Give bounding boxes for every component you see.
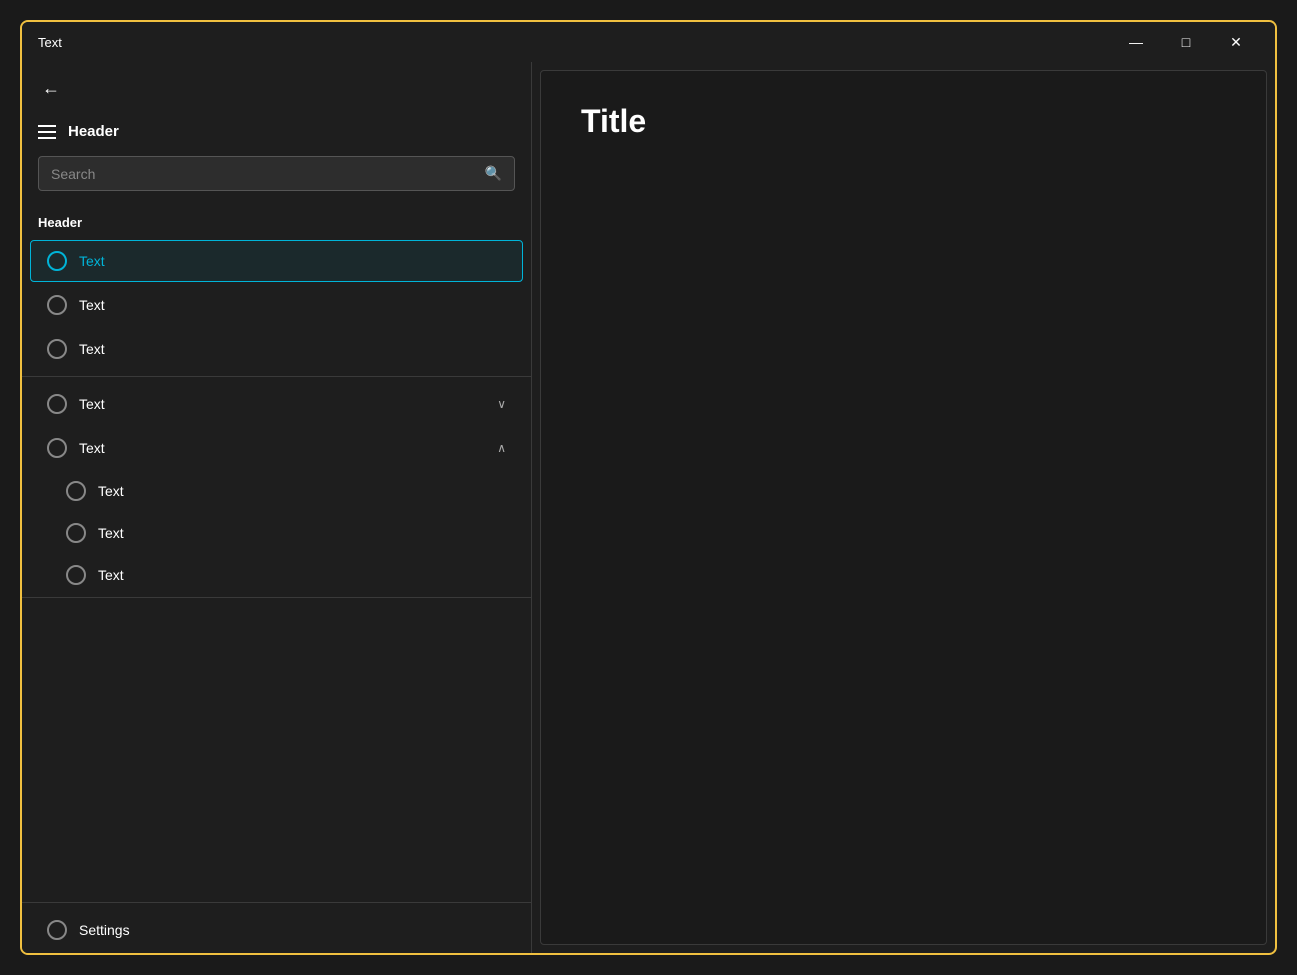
section-group-top: Text Text Text (22, 238, 531, 377)
radio-icon-sub-1 (66, 481, 86, 501)
app-window: Text — □ ✕ ← Header (20, 20, 1277, 955)
hamburger-icon[interactable] (38, 125, 56, 139)
sub-item-label-1: Text (98, 483, 124, 499)
nav-header-area: Header (22, 115, 531, 156)
radio-icon-sub-2 (66, 523, 86, 543)
sub-item-3[interactable]: Text (50, 555, 523, 595)
back-button[interactable]: ← (38, 74, 64, 103)
window-title: Text (38, 35, 62, 50)
section-header: Header (22, 207, 531, 238)
section-group-bottom: Text ∨ Text ∧ Text Text (22, 377, 531, 598)
close-button[interactable]: ✕ (1213, 26, 1259, 58)
window-controls: — □ ✕ (1113, 26, 1259, 58)
list-item-1[interactable]: Text (30, 240, 523, 282)
sidebar-top: ← (22, 62, 531, 115)
chevron-down-icon-4: ∨ (497, 397, 506, 411)
list-item-label-4: Text (79, 396, 105, 412)
nav-header-label: Header (68, 123, 119, 140)
list-item-4[interactable]: Text ∨ (30, 383, 523, 425)
radio-icon-2 (47, 295, 67, 315)
settings-item[interactable]: Settings (30, 909, 523, 951)
chevron-up-icon-5: ∧ (497, 441, 506, 455)
list-item-2[interactable]: Text (30, 284, 523, 326)
sub-item-label-2: Text (98, 525, 124, 541)
sub-item-2[interactable]: Text (50, 513, 523, 553)
radio-icon-settings (47, 920, 67, 940)
list-item-label-2: Text (79, 297, 105, 313)
radio-icon-sub-3 (66, 565, 86, 585)
content-title: Title (581, 103, 646, 140)
list-item-3[interactable]: Text (30, 328, 523, 370)
sidebar: ← Header 🔍 Header (22, 62, 532, 953)
list-item-label-5: Text (79, 440, 105, 456)
sub-item-label-3: Text (98, 567, 124, 583)
search-icon: 🔍 (485, 165, 502, 182)
sidebar-footer: Settings (22, 902, 531, 953)
titlebar: Text — □ ✕ (22, 22, 1275, 62)
content-area: Title (540, 70, 1267, 945)
sub-item-1[interactable]: Text (50, 471, 523, 511)
radio-icon-5 (47, 438, 67, 458)
radio-icon-1 (47, 251, 67, 271)
list-item-label-1: Text (79, 253, 105, 269)
settings-label: Settings (79, 922, 130, 938)
list-item-label-3: Text (79, 341, 105, 357)
main-area: ← Header 🔍 Header (22, 62, 1275, 953)
search-box: 🔍 (38, 156, 515, 191)
list-item-5[interactable]: Text ∧ (30, 427, 523, 469)
sub-items-group: Text Text Text (22, 471, 531, 595)
radio-icon-4 (47, 394, 67, 414)
minimize-button[interactable]: — (1113, 26, 1159, 58)
radio-icon-3 (47, 339, 67, 359)
maximize-button[interactable]: □ (1163, 26, 1209, 58)
search-input[interactable] (51, 166, 477, 182)
